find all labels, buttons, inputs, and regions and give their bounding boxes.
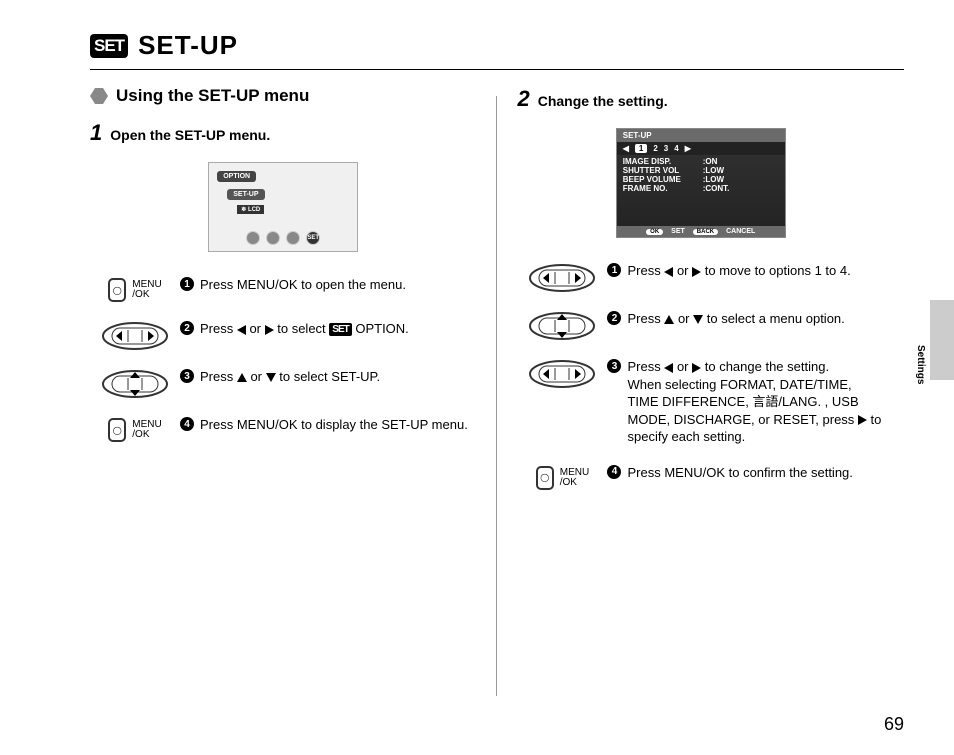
inst-row: 3 Press or to select SET-UP. bbox=[90, 368, 476, 398]
inst-row: ◯ MENU /OK 4 Press MENU/OK to confirm th… bbox=[517, 464, 884, 490]
inst-row: 2 Press or to select a menu option. bbox=[517, 310, 884, 340]
page: SET SET-UP Using the SET-UP menu 1 Open … bbox=[0, 0, 954, 755]
lcd-screen-2: SET-UP ◀ 1 2 3 4 ▶ IMAGE DISP.:ON SHUTTE… bbox=[616, 128, 786, 238]
inst-row: 3 Press or to change the setting. When s… bbox=[517, 358, 884, 446]
pad-vertical-icon bbox=[529, 312, 595, 340]
step2-instructions: 1 Press or to move to options 1 to 4. bbox=[517, 262, 884, 490]
inst-text: Press MENU/OK to open the menu. bbox=[200, 276, 406, 294]
pad-horizontal-icon bbox=[529, 360, 595, 388]
menu-ok-icon: ◯ MENU /OK bbox=[108, 278, 161, 302]
lcd1-icons: SET bbox=[209, 231, 357, 245]
step1-num: 1 bbox=[90, 120, 102, 146]
triangle-up-icon bbox=[237, 373, 247, 382]
step-bullet: 2 bbox=[607, 311, 621, 325]
step-bullet: 4 bbox=[180, 417, 194, 431]
triangle-right-icon bbox=[692, 267, 701, 277]
step-bullet: 3 bbox=[180, 369, 194, 383]
triangle-left-icon bbox=[664, 267, 673, 277]
section-title: Using the SET-UP menu bbox=[116, 86, 309, 106]
triangle-right-icon bbox=[858, 415, 867, 425]
inst-text: Press or to select SET OPTION. bbox=[200, 320, 409, 338]
inst-text: Press or to move to options 1 to 4. bbox=[627, 262, 850, 280]
inst-text: Press MENU/OK to confirm the setting. bbox=[627, 464, 852, 482]
pad-horizontal-icon bbox=[529, 264, 595, 292]
set-icon: SET bbox=[90, 34, 128, 58]
triangle-left-icon bbox=[664, 363, 673, 373]
step1-head: 1 Open the SET-UP menu. bbox=[90, 120, 476, 146]
lcd1-setup: SET-UP bbox=[227, 189, 264, 200]
lcd2-footer: OKSET BACKCANCEL bbox=[617, 226, 785, 237]
pad-horizontal-icon bbox=[102, 322, 168, 350]
step-bullet: 1 bbox=[180, 277, 194, 291]
step2-screenshot: SET-UP ◀ 1 2 3 4 ▶ IMAGE DISP.:ON SHUTTE… bbox=[517, 128, 884, 238]
lcd1-set-badge: SET bbox=[306, 231, 320, 245]
inst-row: 2 Press or to select SET OPTION. bbox=[90, 320, 476, 350]
triangle-up-icon bbox=[664, 315, 674, 324]
page-title: SET-UP bbox=[138, 30, 238, 61]
menu-ok-icon: ◯ MENU /OK bbox=[536, 466, 589, 490]
step2-label: Change the setting. bbox=[538, 93, 668, 109]
triangle-right-icon bbox=[265, 325, 274, 335]
left-column: Using the SET-UP menu 1 Open the SET-UP … bbox=[90, 86, 496, 706]
step1-label: Open the SET-UP menu. bbox=[110, 127, 270, 143]
triangle-down-icon bbox=[266, 373, 276, 382]
lcd1-option: OPTION bbox=[217, 171, 256, 182]
page-number: 69 bbox=[884, 714, 904, 735]
step-bullet: 1 bbox=[607, 263, 621, 277]
step2-head: 2 Change the setting. bbox=[517, 86, 884, 112]
set-icon-inline: SET bbox=[329, 323, 351, 337]
side-label: Settings bbox=[915, 345, 926, 384]
inst-row: ◯ MENU /OK 1 Press MENU/OK to open the m… bbox=[90, 276, 476, 302]
step-bullet: 2 bbox=[180, 321, 194, 335]
menu-ok-icon: ◯ MENU /OK bbox=[108, 418, 161, 442]
lcd2-title: SET-UP bbox=[617, 129, 785, 142]
triangle-left-icon bbox=[237, 325, 246, 335]
step2-num: 2 bbox=[517, 86, 529, 112]
inst-text: Press or to select a menu option. bbox=[627, 310, 844, 328]
content-columns: Using the SET-UP menu 1 Open the SET-UP … bbox=[90, 86, 904, 706]
inst-row: 1 Press or to move to options 1 to 4. bbox=[517, 262, 884, 292]
inst-text: Press or to select SET-UP. bbox=[200, 368, 380, 386]
step1-screenshot: OPTION SET-UP ❄ LCD SET bbox=[90, 162, 476, 252]
inst-text: Press MENU/OK to display the SET-UP menu… bbox=[200, 416, 468, 434]
inst-text: Press or to change the setting. When sel… bbox=[627, 358, 884, 446]
lcd2-rows: IMAGE DISP.:ON SHUTTER VOL:LOW BEEP VOLU… bbox=[617, 155, 785, 195]
lcd2-tabs: ◀ 1 2 3 4 ▶ bbox=[617, 142, 785, 155]
side-tab bbox=[930, 300, 954, 380]
triangle-right-icon bbox=[692, 363, 701, 373]
hexagon-icon bbox=[90, 88, 108, 104]
lcd1-sub: ❄ LCD bbox=[237, 205, 264, 214]
step-bullet: 3 bbox=[607, 359, 621, 373]
step1-instructions: ◯ MENU /OK 1 Press MENU/OK to open the m… bbox=[90, 276, 476, 442]
lcd-screen-1: OPTION SET-UP ❄ LCD SET bbox=[208, 162, 358, 252]
step-bullet: 4 bbox=[607, 465, 621, 479]
inst-row: ◯ MENU /OK 4 Press MENU/OK to display th… bbox=[90, 416, 476, 442]
section-head: Using the SET-UP menu bbox=[90, 86, 476, 106]
right-column: 2 Change the setting. SET-UP ◀ 1 2 3 4 ▶ bbox=[497, 86, 904, 706]
pad-vertical-icon bbox=[102, 370, 168, 398]
title-row: SET SET-UP bbox=[90, 30, 904, 70]
triangle-down-icon bbox=[693, 315, 703, 324]
